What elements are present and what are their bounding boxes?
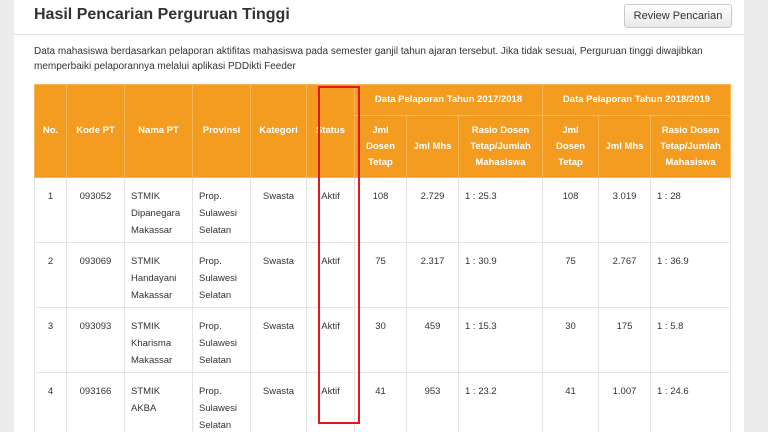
cell-status: Aktif bbox=[306, 177, 355, 243]
cell-kode-pt: 093052 bbox=[66, 177, 125, 243]
col-header-mhs-2018: Jml Mhs bbox=[598, 115, 651, 178]
cell-kode-pt: 093166 bbox=[66, 372, 125, 432]
cell-rasio-2017: 1 : 30.9 bbox=[458, 242, 543, 308]
cell-dosen-2017: 75 bbox=[354, 242, 407, 308]
cell-mhs-2018: 175 bbox=[598, 307, 651, 373]
col-header-dosen-2017: Jml Dosen Tetap bbox=[354, 115, 407, 178]
col-group-2017: Data Pelaporan Tahun 2017/2018 bbox=[354, 84, 543, 116]
col-header-no: No. bbox=[34, 84, 67, 178]
col-header-nama-pt: Nama PT bbox=[124, 84, 193, 178]
cell-dosen-2018: 30 bbox=[542, 307, 599, 373]
table-row: 3 093093 STMIK Kharisma Makassar Prop. S… bbox=[34, 307, 731, 373]
col-header-kategori: Kategori bbox=[250, 84, 307, 178]
cell-mhs-2017: 2.317 bbox=[406, 242, 459, 308]
cell-mhs-2017: 953 bbox=[406, 372, 459, 432]
panel-header: Hasil Pencarian Perguruan Tinggi Review … bbox=[14, 0, 744, 35]
col-header-mhs-2017: Jml Mhs bbox=[406, 115, 459, 178]
cell-no: 3 bbox=[34, 307, 67, 373]
review-search-button[interactable]: Review Pencarian bbox=[624, 4, 732, 28]
cell-rasio-2018: 1 : 5.8 bbox=[650, 307, 731, 373]
col-header-status: Status bbox=[306, 84, 355, 178]
cell-kategori: Swasta bbox=[250, 307, 307, 373]
cell-provinsi: Prop. Sulawesi Selatan bbox=[192, 372, 251, 432]
col-header-provinsi: Provinsi bbox=[192, 84, 251, 178]
description-text: Data mahasiswa berdasarkan pelaporan akt… bbox=[34, 46, 703, 72]
col-header-dosen-2018: Jml Dosen Tetap bbox=[542, 115, 599, 178]
cell-dosen-2018: 41 bbox=[542, 372, 599, 432]
col-header-kode-pt: Kode PT bbox=[66, 84, 125, 178]
cell-kode-pt: 093093 bbox=[66, 307, 125, 373]
cell-kode-pt: 093069 bbox=[66, 242, 125, 308]
cell-no: 2 bbox=[34, 242, 67, 308]
page-title: Hasil Pencarian Perguruan Tinggi bbox=[34, 6, 290, 23]
cell-nama-pt-link[interactable]: STMIK AKBA bbox=[124, 372, 193, 432]
cell-nama-pt-link[interactable]: STMIK Dipanegara Makassar bbox=[124, 177, 193, 243]
cell-kategori: Swasta bbox=[250, 372, 307, 432]
cell-provinsi: Prop. Sulawesi Selatan bbox=[192, 177, 251, 243]
table-row: 4 093166 STMIK AKBA Prop. Sulawesi Selat… bbox=[34, 372, 731, 432]
cell-nama-pt-link[interactable]: STMIK Handayani Makassar bbox=[124, 242, 193, 308]
cell-no: 1 bbox=[34, 177, 67, 243]
cell-dosen-2018: 108 bbox=[542, 177, 599, 243]
cell-rasio-2017: 1 : 23.2 bbox=[458, 372, 543, 432]
cell-mhs-2017: 2.729 bbox=[406, 177, 459, 243]
cell-kategori: Swasta bbox=[250, 177, 307, 243]
cell-dosen-2018: 75 bbox=[542, 242, 599, 308]
cell-mhs-2018: 3.019 bbox=[598, 177, 651, 243]
cell-dosen-2017: 30 bbox=[354, 307, 407, 373]
cell-rasio-2018: 1 : 28 bbox=[650, 177, 731, 243]
cell-rasio-2018: 1 : 24.6 bbox=[650, 372, 731, 432]
results-panel: Hasil Pencarian Perguruan Tinggi Review … bbox=[14, 0, 744, 432]
cell-provinsi: Prop. Sulawesi Selatan bbox=[192, 242, 251, 308]
cell-dosen-2017: 41 bbox=[354, 372, 407, 432]
cell-provinsi: Prop. Sulawesi Selatan bbox=[192, 307, 251, 373]
cell-dosen-2017: 108 bbox=[354, 177, 407, 243]
cell-mhs-2017: 459 bbox=[406, 307, 459, 373]
cell-rasio-2017: 1 : 25.3 bbox=[458, 177, 543, 243]
cell-status: Aktif bbox=[306, 372, 355, 432]
cell-rasio-2017: 1 : 15.3 bbox=[458, 307, 543, 373]
cell-mhs-2018: 2.767 bbox=[598, 242, 651, 308]
table-row: 2 093069 STMIK Handayani Makassar Prop. … bbox=[34, 242, 731, 308]
cell-rasio-2018: 1 : 36.9 bbox=[650, 242, 731, 308]
cell-mhs-2018: 1.007 bbox=[598, 372, 651, 432]
cell-status: Aktif bbox=[306, 307, 355, 373]
cell-nama-pt-link[interactable]: STMIK Kharisma Makassar bbox=[124, 307, 193, 373]
col-header-rasio-2017: Rasio Dosen Tetap/Jumlah Mahasiswa bbox=[458, 115, 543, 178]
col-header-rasio-2018: Rasio Dosen Tetap/Jumlah Mahasiswa bbox=[650, 115, 731, 178]
col-group-2018: Data Pelaporan Tahun 2018/2019 bbox=[542, 84, 731, 116]
table-row: 1 093052 STMIK Dipanegara Makassar Prop.… bbox=[34, 177, 731, 243]
cell-no: 4 bbox=[34, 372, 67, 432]
cell-status: Aktif bbox=[306, 242, 355, 308]
cell-kategori: Swasta bbox=[250, 242, 307, 308]
results-table: No. Kode PT Nama PT Provinsi Kategori St… bbox=[34, 84, 731, 432]
